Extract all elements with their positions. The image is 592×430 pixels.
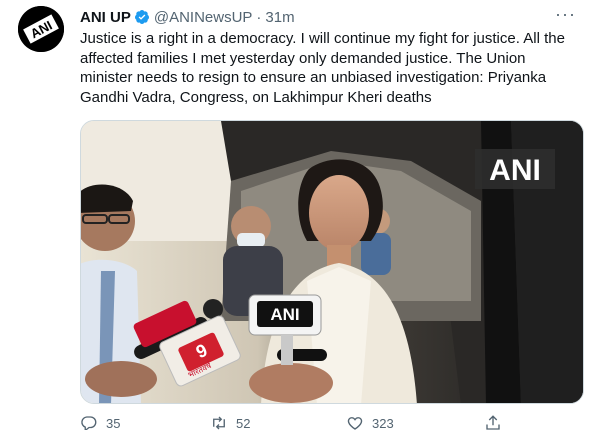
reply-button[interactable]: 35 — [80, 414, 120, 430]
ani-watermark: ANI — [489, 154, 541, 187]
tweet[interactable]: ANI ANI UP @ANINewsUP · 31m ··· Justice … — [0, 0, 592, 430]
mic-ani-label: ANI — [270, 305, 299, 324]
retweet-icon — [213, 416, 225, 430]
timestamp[interactable]: 31m — [265, 9, 294, 26]
tweet-header: ANI UP @ANINewsUP · 31m — [80, 7, 295, 27]
avatar[interactable]: ANI — [18, 6, 64, 52]
share-button[interactable] — [484, 414, 510, 430]
heart-icon — [347, 417, 363, 430]
tweet-media-image[interactable]: 9 भारतवर्ष ANI ANI — [80, 120, 584, 404]
tweet-text: Justice is a right in a democracy. I wil… — [80, 30, 565, 106]
author-handle[interactable]: @ANINewsUP — [154, 9, 253, 26]
ani-logo-icon: ANI — [18, 6, 64, 52]
reply-icon — [81, 416, 97, 430]
retweet-button[interactable]: 52 — [210, 414, 250, 430]
verified-badge-icon — [134, 10, 149, 24]
share-icon — [486, 415, 500, 430]
retweet-count: 52 — [236, 415, 251, 430]
author-name[interactable]: ANI UP — [80, 9, 131, 26]
reply-count: 35 — [106, 415, 121, 430]
like-button[interactable]: 323 — [346, 414, 394, 430]
like-count: 323 — [372, 415, 394, 430]
media-illustration: 9 भारतवर्ष ANI ANI — [81, 121, 583, 403]
separator-dot: · — [256, 8, 262, 26]
more-options-icon[interactable]: ··· — [555, 4, 576, 25]
tweet-actions: 35 52 323 — [80, 414, 580, 430]
